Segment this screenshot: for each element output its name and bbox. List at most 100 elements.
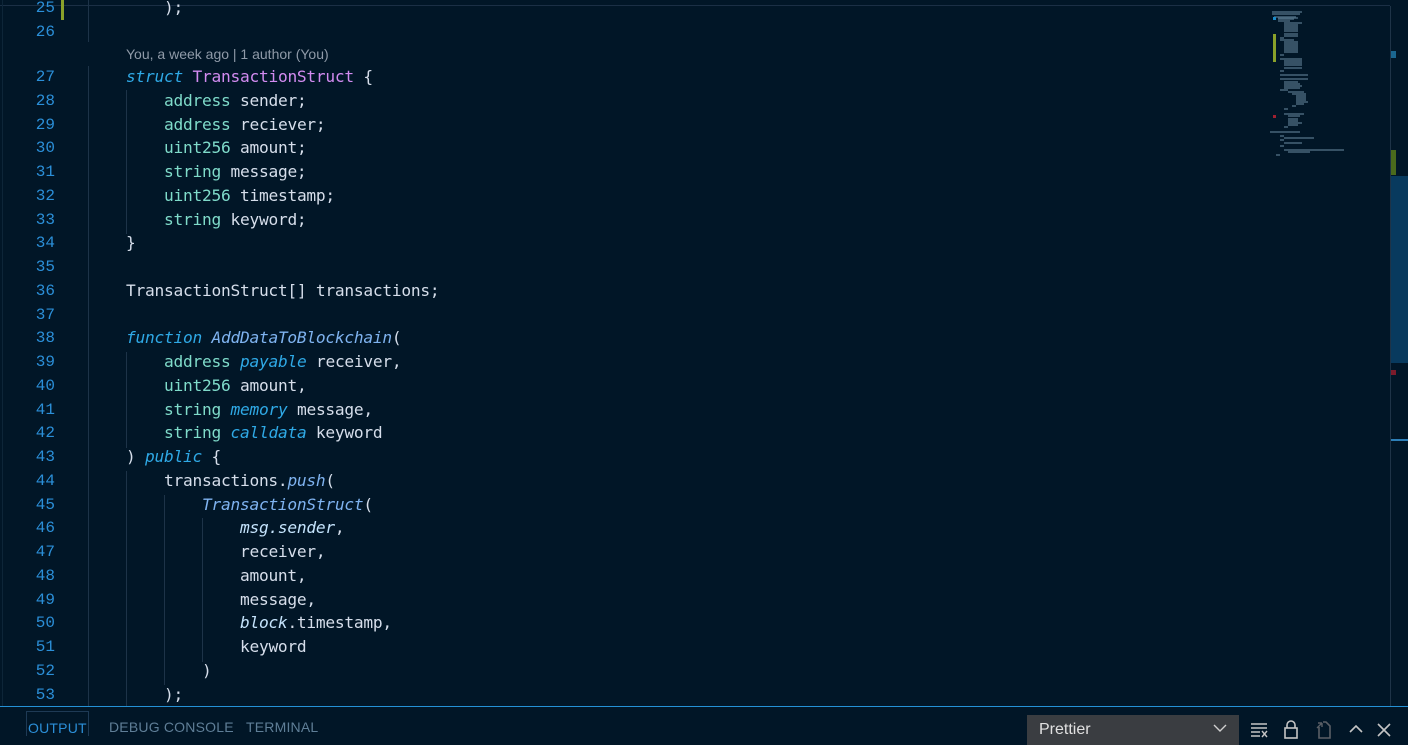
code-line[interactable]: 31 string message; [0,160,1270,184]
line-number[interactable]: 51 [0,635,55,659]
line-number[interactable]: 34 [0,231,55,255]
indent-guide [126,352,127,448]
line-number[interactable]: 49 [0,588,55,612]
code-token: .timestamp, [287,613,392,633]
line-number[interactable]: 50 [0,611,55,635]
code-line[interactable]: 44 transactions.push( [0,469,1270,493]
code-token: payable [239,352,307,371]
indent-guide [88,0,89,42]
clear-output-icon[interactable] [1249,719,1269,739]
code-line[interactable]: 51 keyword [0,635,1270,659]
tab-output[interactable]: OUTPUT [26,711,89,736]
line-number[interactable]: 32 [0,184,55,208]
code-line[interactable]: 48 amount, [0,564,1270,588]
close-panel-icon[interactable] [1374,719,1394,739]
code-line[interactable]: 38 function AddDataToBlockchain( [0,326,1270,350]
code-line[interactable]: 26 [0,20,1270,44]
code-line[interactable]: 37 [0,303,1270,327]
code-token: ( [391,328,402,348]
line-number[interactable]: 38 [0,326,55,350]
minimap[interactable] [1270,6,1390,706]
line-number[interactable]: 39 [0,350,55,374]
code-line[interactable]: 34} [0,231,1270,255]
line-number[interactable]: 35 [0,255,55,279]
code-line[interactable]: 52 ) [0,659,1270,683]
minimap-line [1280,69,1284,72]
line-number[interactable]: 29 [0,113,55,137]
lock-scroll-icon[interactable] [1281,719,1301,739]
code-line[interactable]: 35 [0,255,1270,279]
code-line[interactable]: 27 struct TransactionStruct { [0,65,1270,89]
line-number[interactable]: 47 [0,540,55,564]
line-code: struct TransactionStruct { [126,65,373,89]
line-number[interactable]: 53 [0,683,55,707]
line-number[interactable]: 44 [0,469,55,493]
code-line[interactable]: 25 ); [0,0,1270,20]
code-token: memory [230,399,288,419]
code-line[interactable]: 53 ); [0,683,1270,707]
line-code: string memory message, [126,398,373,422]
code-line[interactable]: 41 string memory message, [0,398,1270,422]
line-number[interactable]: 26 [0,20,55,44]
code-line[interactable]: 29 address reciever; [0,113,1270,137]
tab-debug-console[interactable]: DEBUG CONSOLE [109,719,234,735]
code-line[interactable]: 49 message, [0,588,1270,612]
line-number[interactable]: 36 [0,279,55,303]
code-line[interactable]: 46 msg.sender, [0,516,1270,540]
line-number[interactable]: 42 [0,421,55,445]
code-editor[interactable]: You, a week ago | 1 author (You) 25 ); 26… [0,0,1390,706]
code-token: string [163,162,221,181]
code-line[interactable]: 45 TransactionStruct( [0,493,1270,517]
code-line[interactable]: 40 uint256 amount, [0,374,1270,398]
line-code: amount, [126,564,307,588]
scrollbar-thumb[interactable] [1391,176,1408,363]
line-number[interactable]: 30 [0,136,55,160]
code-line[interactable]: 47 receiver, [0,540,1270,564]
code-token: function [126,328,202,348]
code-line[interactable]: 43 ) public { [0,445,1270,469]
line-number[interactable]: 52 [0,659,55,683]
minimap-line [1292,105,1296,108]
code-token: ); [126,0,183,17]
line-number[interactable]: 43 [0,445,55,469]
line-number[interactable]: 33 [0,208,55,232]
minimap-line [1284,136,1314,139]
line-number[interactable]: 45 [0,493,55,517]
code-line[interactable]: 42 string calldata keyword [0,421,1270,445]
code-line[interactable]: 33 string keyword; [0,208,1270,232]
open-in-editor-icon[interactable] [1314,719,1334,739]
overview-ruler-marker [1391,51,1396,58]
maximize-panel-icon[interactable] [1346,719,1366,739]
code-line[interactable]: 39 address payable receiver, [0,350,1270,374]
minimap-line [1272,12,1300,15]
line-number[interactable]: 40 [0,374,55,398]
output-channel-select[interactable]: Prettier [1027,715,1239,745]
code-token: amount, [239,565,307,585]
line-code: ) public { [126,445,221,469]
code-token: { [201,447,221,466]
indent-guide [202,518,203,662]
code-token: TransactionStruct [192,67,354,86]
tab-terminal[interactable]: TERMINAL [246,719,318,735]
line-number[interactable]: 41 [0,398,55,422]
line-code: keyword [126,635,307,659]
git-blame-codelens[interactable]: You, a week ago | 1 author (You) [126,43,329,65]
minimap-line [1288,123,1298,126]
line-number[interactable]: 25 [0,0,55,20]
code-line[interactable]: 32 uint256 timestamp; [0,184,1270,208]
code-line[interactable]: 30 uint256 amount; [0,136,1270,160]
line-number[interactable]: 27 [0,65,55,89]
line-number[interactable]: 48 [0,564,55,588]
code-line[interactable]: 50 block.timestamp, [0,611,1270,635]
line-code: string calldata keyword [126,421,383,445]
code-line[interactable]: 28 address sender; [0,89,1270,113]
code-line[interactable]: 36 TransactionStruct[] transactions; [0,279,1270,303]
line-number[interactable]: 37 [0,303,55,327]
line-number[interactable]: 31 [0,160,55,184]
line-number[interactable]: 46 [0,516,55,540]
line-number[interactable]: 28 [0,89,55,113]
